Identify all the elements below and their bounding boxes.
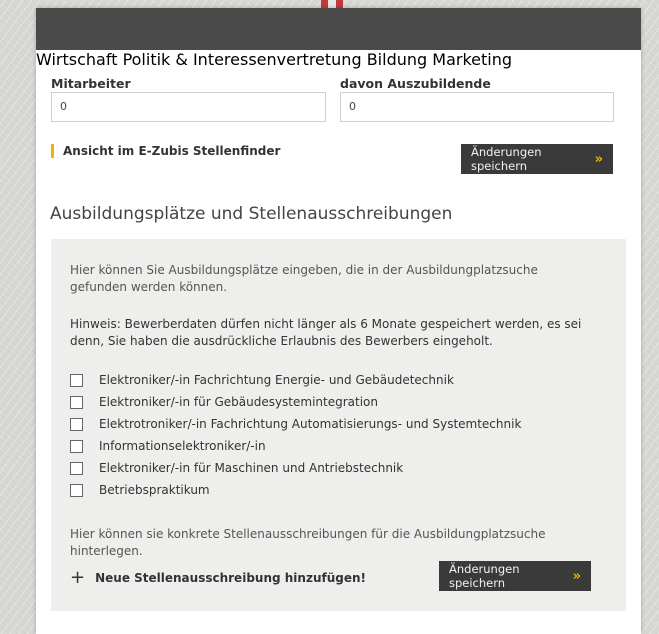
- info-text: Hier können Sie Ausbildungsplätze eingeb…: [70, 263, 538, 294]
- position-checkbox[interactable]: [70, 395, 83, 409]
- nav-item-wirtschaft[interactable]: Wirtschaft: [36, 50, 117, 69]
- position-label: Elektroniker/-in für Maschinen und Antri…: [99, 461, 404, 475]
- nav-item-marketing[interactable]: Marketing: [432, 50, 512, 69]
- position-checkbox[interactable]: [70, 417, 83, 431]
- double-chevron-right-icon: »: [594, 151, 603, 167]
- top-navigation: [36, 8, 641, 50]
- mitarbeiter-label: Mitarbeiter: [51, 76, 131, 91]
- position-label: Betriebspraktikum: [99, 483, 210, 497]
- position-option[interactable]: Elektroniker/-in für Maschinen und Antri…: [70, 459, 403, 477]
- position-label: Elektroniker/-in Fachrichtung Energie- u…: [99, 373, 454, 387]
- azubi-label: davon Auszubildende: [340, 76, 491, 91]
- position-checkbox[interactable]: [70, 439, 83, 453]
- position-option[interactable]: Betriebspraktikum: [70, 481, 210, 499]
- add-listing-link[interactable]: + Neue Stellenausschreibung hinzufügen!: [70, 567, 366, 588]
- position-checkbox[interactable]: [70, 373, 83, 387]
- stellenfinder-link[interactable]: Ansicht im E-Zubis Stellenfinder: [63, 144, 280, 158]
- position-option[interactable]: Elektroniker/-in für Gebäudesystemintegr…: [70, 393, 378, 411]
- position-label: Elektroniker/-in für Gebäudesystemintegr…: [99, 395, 379, 409]
- azubi-input[interactable]: 0: [340, 92, 614, 122]
- nav-item-bildung[interactable]: Bildung: [367, 50, 427, 69]
- section-title: Ausbildungsplätze und Stellenausschreibu…: [50, 204, 453, 224]
- save-button-label: Änderungen speichern: [471, 145, 542, 173]
- hint-text: Hinweis: Bewerberdaten dürfen nicht läng…: [70, 317, 582, 348]
- position-label: Informationselektroniker/-in: [99, 439, 266, 453]
- listing-text: Hier können sie konkrete Stellenausschre…: [70, 527, 546, 558]
- save-button-label: Änderungen speichern: [449, 562, 520, 590]
- save-button-bottom[interactable]: Änderungen speichern »: [439, 561, 591, 591]
- position-label: Elektrotroniker/-in Fachrichtung Automat…: [99, 417, 522, 431]
- add-listing-label: Neue Stellenausschreibung hinzufügen!: [95, 570, 366, 585]
- main-panel: Wirtschaft Politik & Interessenvertretun…: [36, 8, 641, 634]
- plus-icon: +: [70, 567, 86, 588]
- position-option[interactable]: Elektrotroniker/-in Fachrichtung Automat…: [70, 415, 521, 433]
- position-option[interactable]: Informationselektroniker/-in: [70, 437, 266, 455]
- mitarbeiter-input[interactable]: 0: [51, 92, 326, 122]
- link-accent-bar: [51, 144, 54, 158]
- nav-item-politik[interactable]: Politik & Interessenvertretung: [123, 50, 362, 69]
- double-chevron-right-icon: »: [572, 568, 581, 584]
- position-checkbox[interactable]: [70, 461, 83, 475]
- positions-box: Hier können Sie Ausbildungsplätze eingeb…: [51, 239, 626, 611]
- position-option[interactable]: Elektroniker/-in Fachrichtung Energie- u…: [70, 371, 454, 389]
- position-checkbox[interactable]: [70, 483, 83, 497]
- save-button-top[interactable]: Änderungen speichern »: [461, 144, 613, 174]
